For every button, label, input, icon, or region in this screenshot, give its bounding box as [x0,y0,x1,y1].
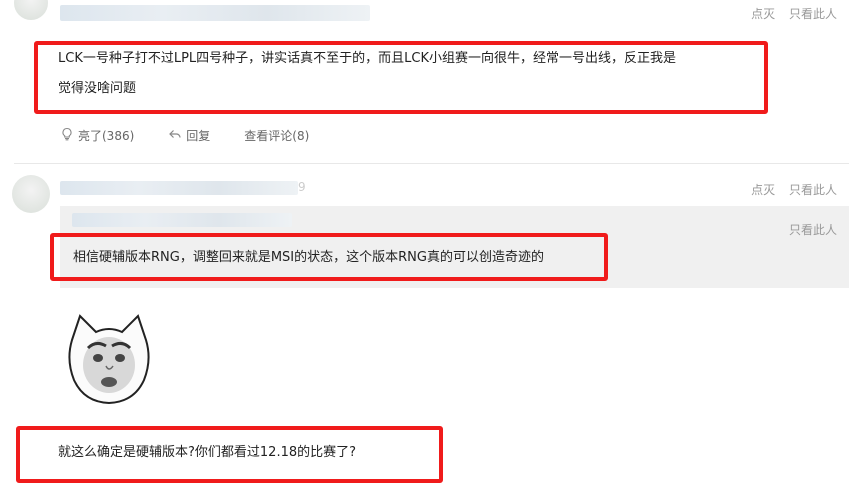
lightbulb-icon [60,127,74,144]
post-content: LCK一号种子打不过LPL四号种子，讲实话真不至于的，而且LCK小组赛一向很牛，… [58,45,758,102]
quote-actions: 只看此人 [779,221,837,238]
avatar[interactable] [14,0,48,20]
post-text-line: LCK一号种子打不过LPL四号种子，讲实话真不至于的，而且LCK小组赛一向很牛，… [58,51,677,66]
post-footer: 亮了(386) 回复 查看评论(8) [60,127,309,144]
downvote-button[interactable]: 点灭 [751,183,775,197]
username[interactable] [60,181,298,195]
post-actions: 点灭 只看此人 [741,5,837,22]
downvote-button[interactable]: 点灭 [751,7,775,21]
username-tail: 9 [298,180,306,194]
avatar[interactable] [12,175,50,213]
quoted-text: 相信硬辅版本RNG，调整回来就是MSI的状态，这个版本RNG真的可以创造奇迹的 [73,250,544,265]
only-this-user-button[interactable]: 只看此人 [789,7,837,21]
reply-button[interactable]: 回复 [168,127,210,144]
view-comments-button[interactable]: 查看评论(8) [244,127,309,144]
cat-face-meme-icon [68,314,150,405]
divider [14,163,849,164]
reply-arrow-icon [168,127,182,144]
only-this-user-button[interactable]: 只看此人 [789,223,837,237]
like-button[interactable]: 亮了(386) [60,127,134,144]
quoted-username [72,213,292,227]
username[interactable] [60,5,370,21]
post-actions: 点灭 只看此人 [741,181,837,198]
post-text-line: 觉得没啥问题 [58,81,137,96]
like-label: 亮了(386) [78,129,135,143]
view-comments-label: 查看评论(8) [244,129,310,143]
post-text: 就这么确定是硬辅版本?你们都看过12.18的比赛了? [58,445,357,460]
meme-sticker [60,310,158,408]
only-this-user-button[interactable]: 只看此人 [789,183,837,197]
reply-label: 回复 [186,129,211,143]
